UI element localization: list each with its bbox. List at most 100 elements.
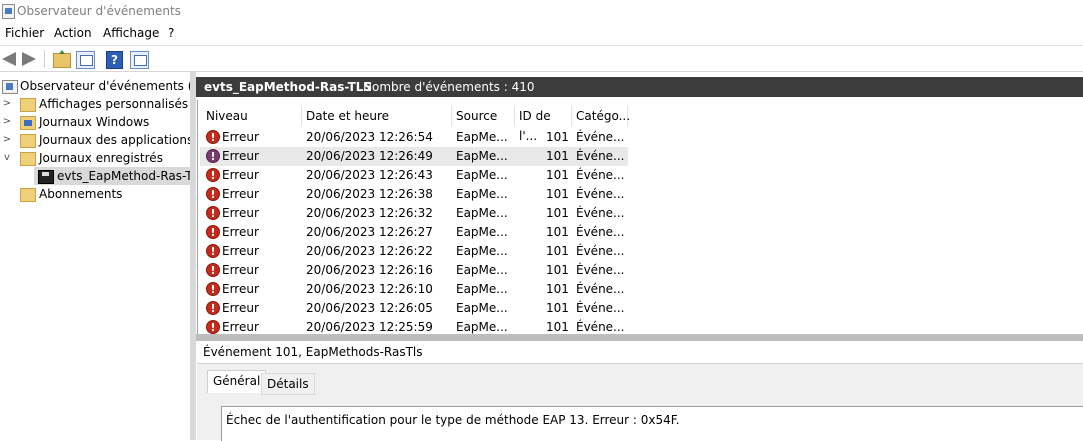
event-source: EapMe... (456, 187, 508, 201)
event-id: 101 (546, 320, 569, 334)
tree-item-evts-eapmethod[interactable]: evts_EapMethod-Ras-TLS (34, 167, 190, 185)
saved-log-disk-icon (38, 170, 54, 184)
tree-item-subscriptions[interactable]: Abonnements (0, 185, 190, 203)
event-id: 101 (546, 187, 569, 201)
event-category: Événe... (576, 320, 625, 334)
event-datetime: 20/06/2023 12:26:38 (306, 187, 433, 201)
event-datetime: 20/06/2023 12:26:43 (306, 168, 433, 182)
event-row[interactable]: ! Erreur 20/06/2023 12:26:38 EapMe... 101 Évé… (200, 185, 628, 204)
event-level: Erreur (222, 206, 259, 220)
tree-item-label: Journaux des applications et (39, 133, 190, 147)
menu-fichier[interactable]: Fichier (5, 26, 44, 40)
event-count: Nombre d'événements : 410 (363, 80, 535, 94)
event-datetime: 20/06/2023 12:25:59 (306, 320, 433, 334)
pane-splitter[interactable] (190, 72, 196, 440)
event-category: Événe... (576, 263, 625, 277)
event-datetime: 20/06/2023 12:26:54 (306, 130, 433, 144)
help-icon[interactable]: ? (106, 51, 123, 69)
event-source: EapMe... (456, 282, 508, 296)
event-viewer-app-icon (2, 4, 15, 19)
toolbar-separator (44, 50, 45, 68)
show-hide-action-icon[interactable] (130, 51, 149, 69)
event-row[interactable]: ! Erreur 20/06/2023 12:26:49 EapMe... 101 Évé… (200, 147, 628, 166)
event-category: Événe... (576, 301, 625, 315)
tree-item-custom-views[interactable]: > Affichages personnalisés (0, 95, 190, 113)
chevron-right-icon[interactable]: > (2, 95, 12, 113)
event-row[interactable]: ! Erreur 20/06/2023 12:26:27 EapMe... 101 Évé… (200, 223, 628, 242)
event-detail-body: Général Détails Échec de l'authentificat… (197, 364, 1083, 441)
window-title: Observateur d'événements (17, 4, 181, 18)
event-viewer-icon (2, 80, 18, 94)
column-header-datetime[interactable]: Date et heure (302, 106, 452, 126)
event-id: 101 (546, 130, 569, 144)
event-message-box[interactable]: Échec de l'authentification pour le type… (221, 406, 1083, 441)
event-id: 101 (546, 225, 569, 239)
tree-item-app-logs[interactable]: > Journaux des applications et (0, 131, 190, 149)
event-id: 101 (546, 206, 569, 220)
menu-action[interactable]: Action (54, 26, 92, 40)
event-row[interactable]: ! Erreur 20/06/2023 12:26:32 EapMe... 101 Évé… (200, 204, 628, 223)
column-header-event-id[interactable]: ID de l'... (515, 106, 572, 143)
folder-icon (20, 134, 36, 148)
event-row[interactable]: ! Erreur 20/06/2023 12:26:43 EapMe... 101 Évé… (200, 166, 628, 185)
show-hide-tree-icon[interactable] (76, 51, 95, 69)
event-source: EapMe... (456, 206, 508, 220)
tab-details[interactable]: Détails (261, 373, 315, 395)
event-datetime: 20/06/2023 12:26:27 (306, 225, 433, 239)
event-list: Niveau Date et heure Source ID de l'... … (197, 100, 1082, 334)
event-row[interactable]: ! Erreur 20/06/2023 12:26:54 EapMe... 101 Évé… (200, 128, 628, 147)
error-icon: ! (206, 130, 220, 144)
tree-root-label: Observateur d'événements (Loca (20, 79, 190, 93)
tab-general[interactable]: Général (207, 370, 267, 393)
event-level: Erreur (222, 187, 259, 201)
event-datetime: 20/06/2023 12:26:32 (306, 206, 433, 220)
menu-help[interactable]: ? (168, 26, 174, 40)
column-header-category[interactable]: Catégo... (572, 106, 630, 126)
windows-logs-folder-icon (20, 116, 36, 130)
column-header-level[interactable]: Niveau (202, 106, 302, 126)
horizontal-splitter[interactable] (196, 334, 1083, 341)
back-arrow-icon[interactable] (2, 52, 16, 66)
event-row[interactable]: ! Erreur 20/06/2023 12:25:59 EapMe... 101 Évé… (200, 318, 628, 334)
error-icon: ! (206, 225, 220, 239)
toolbar: ? (0, 45, 1083, 72)
chevron-down-icon[interactable]: v (2, 149, 12, 167)
column-header-source[interactable]: Source (452, 106, 515, 126)
chevron-right-icon[interactable]: > (2, 131, 12, 149)
event-level: Erreur (222, 225, 259, 239)
event-id: 101 (546, 282, 569, 296)
error-icon: ! (206, 263, 220, 277)
event-row[interactable]: ! Erreur 20/06/2023 12:26:10 EapMe... 101 Évé… (200, 280, 628, 299)
event-source: EapMe... (456, 263, 508, 277)
error-icon: ! (206, 244, 220, 258)
tree-item-label: Journaux enregistrés (39, 151, 163, 165)
tree-item-label: evts_EapMethod-Ras-TLS (57, 169, 190, 183)
event-id: 101 (546, 263, 569, 277)
folder-icon (20, 98, 36, 112)
event-row[interactable]: ! Erreur 20/06/2023 12:26:22 EapMe... 101 Évé… (200, 242, 628, 261)
tree-item-windows-logs[interactable]: > Journaux Windows (0, 113, 190, 131)
event-row[interactable]: ! Erreur 20/06/2023 12:26:05 EapMe... 101 Évé… (200, 299, 628, 318)
event-source: EapMe... (456, 225, 508, 239)
folder-up-icon[interactable] (53, 50, 71, 68)
event-datetime: 20/06/2023 12:26:05 (306, 301, 433, 315)
event-level: Erreur (222, 168, 259, 182)
event-source: EapMe... (456, 320, 508, 334)
event-id: 101 (546, 301, 569, 315)
error-icon: ! (206, 206, 220, 220)
tree-item-label: Affichages personnalisés (39, 97, 189, 111)
event-level: Erreur (222, 301, 259, 315)
chevron-right-icon[interactable]: > (2, 113, 12, 131)
event-id: 101 (546, 244, 569, 258)
event-source: EapMe... (456, 301, 508, 315)
menu-affichage[interactable]: Affichage (103, 26, 159, 40)
event-source: EapMe... (456, 130, 508, 144)
forward-arrow-icon[interactable] (22, 52, 36, 66)
event-row[interactable]: ! Erreur 20/06/2023 12:26:16 EapMe... 101 Évé… (200, 261, 628, 280)
error-icon: ! (206, 187, 220, 201)
tree-item-saved-logs[interactable]: v Journaux enregistrés (0, 149, 190, 167)
event-source: EapMe... (456, 244, 508, 258)
event-category: Événe... (576, 206, 625, 220)
event-level: Erreur (222, 263, 259, 277)
event-datetime: 20/06/2023 12:26:22 (306, 244, 433, 258)
